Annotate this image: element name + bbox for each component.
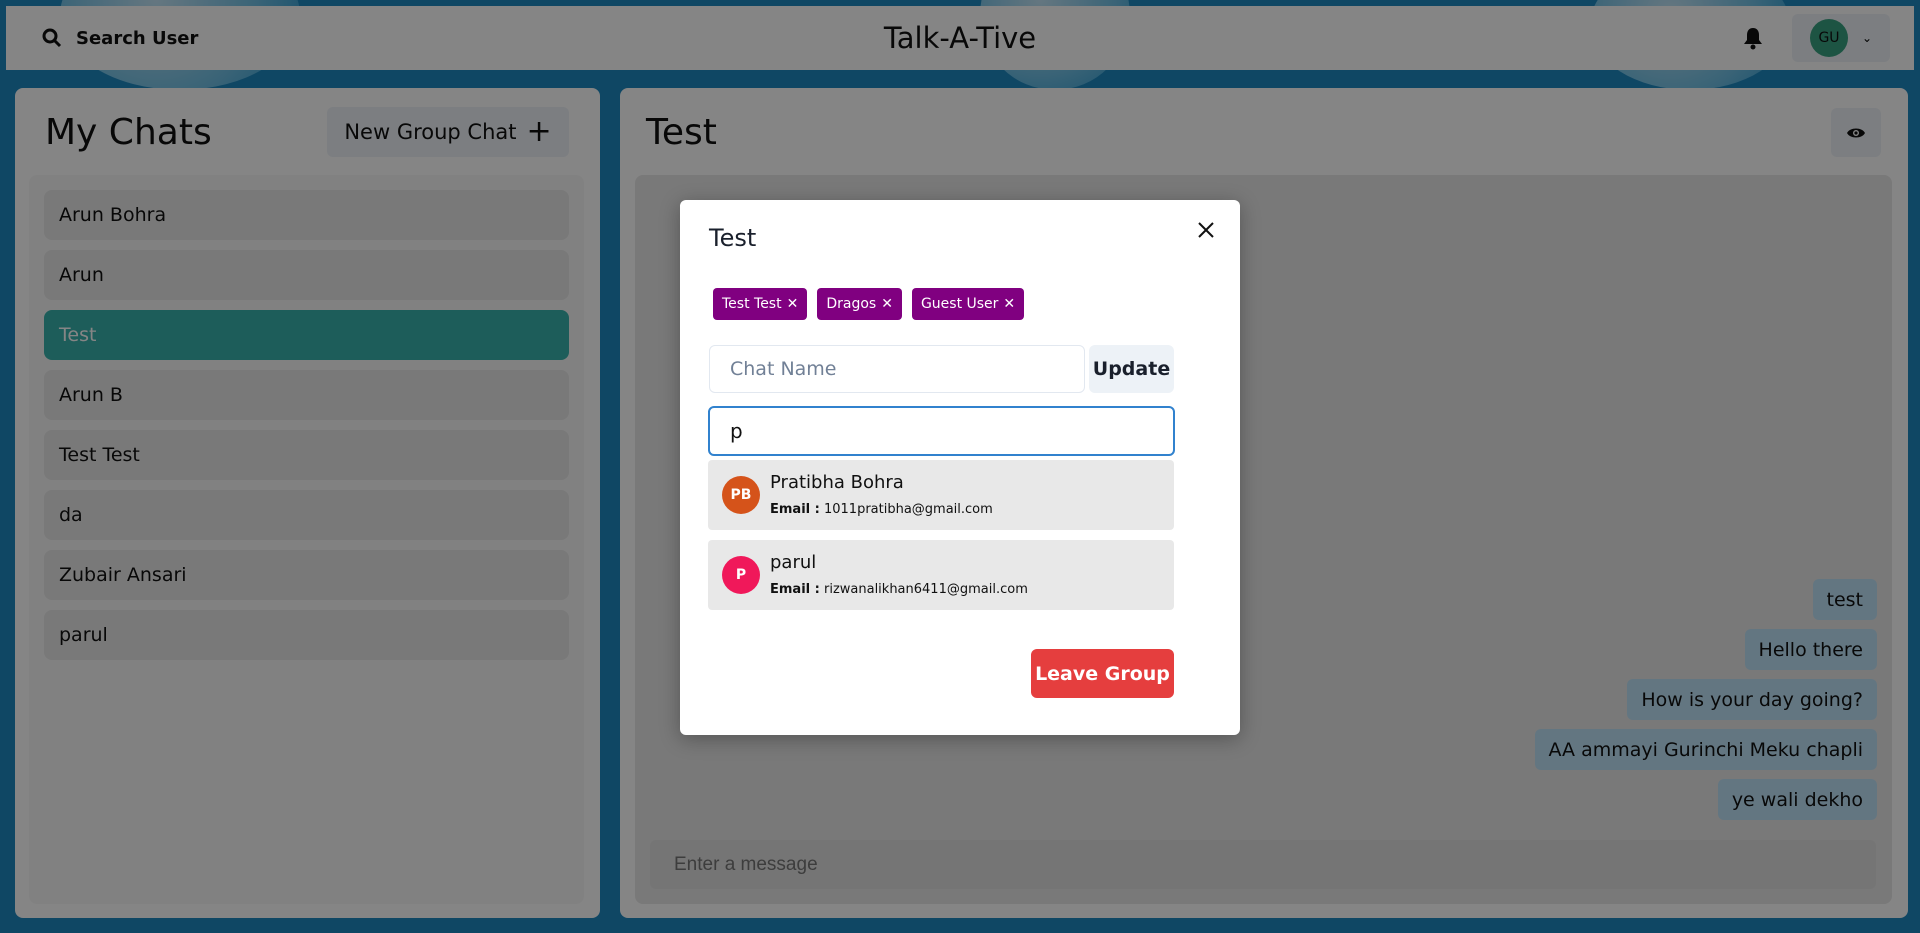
email-value: rizwanalikhan6411@gmail.com — [823, 582, 1028, 597]
member-tag-label: Dragos — [826, 296, 877, 312]
modal-title: Test — [709, 224, 757, 252]
email-label: Email : — [770, 502, 820, 517]
remove-member-icon[interactable]: ✕ — [881, 296, 893, 312]
member-tag: Dragos ✕ — [817, 288, 902, 320]
group-settings-modal: Test Test Test✕ Dragos✕ Guest User✕ Upda… — [680, 200, 1240, 735]
member-tags: Test Test ✕ Dragos ✕ Guest User ✕ — [713, 288, 1025, 320]
user-name: parul — [770, 552, 817, 573]
user-email: Email : 1011pratibha@gmail.com — [770, 502, 993, 517]
close-icon — [1198, 222, 1214, 238]
email-label: Email : — [770, 582, 820, 597]
remove-member-icon[interactable]: ✕ — [787, 296, 799, 312]
member-tag: Test Test ✕ — [713, 288, 808, 320]
add-user-search-input[interactable] — [708, 406, 1175, 456]
close-button[interactable] — [1192, 216, 1220, 244]
remove-member-icon[interactable]: ✕ — [1003, 296, 1015, 312]
avatar: P — [722, 556, 760, 594]
member-tag-label: Guest User — [920, 296, 999, 312]
avatar: PB — [722, 476, 760, 514]
member-tag-label: Test Test — [722, 296, 782, 312]
update-button[interactable]: Update — [1089, 345, 1174, 393]
email-value: 1011pratibha@gmail.com — [823, 502, 993, 517]
user-search-result[interactable]: P parul Email : rizwanalikhan6411@gmail.… — [708, 540, 1174, 610]
user-name: Pratibha Bohra — [770, 472, 904, 493]
leave-group-button[interactable]: Leave Group — [1031, 649, 1174, 698]
user-email: Email : rizwanalikhan6411@gmail.com — [770, 582, 1028, 597]
member-tag: Guest User ✕ — [911, 288, 1025, 320]
user-search-result[interactable]: PB Pratibha Bohra Email : 1011pratibha@g… — [708, 460, 1174, 530]
chat-name-input[interactable] — [709, 345, 1085, 393]
